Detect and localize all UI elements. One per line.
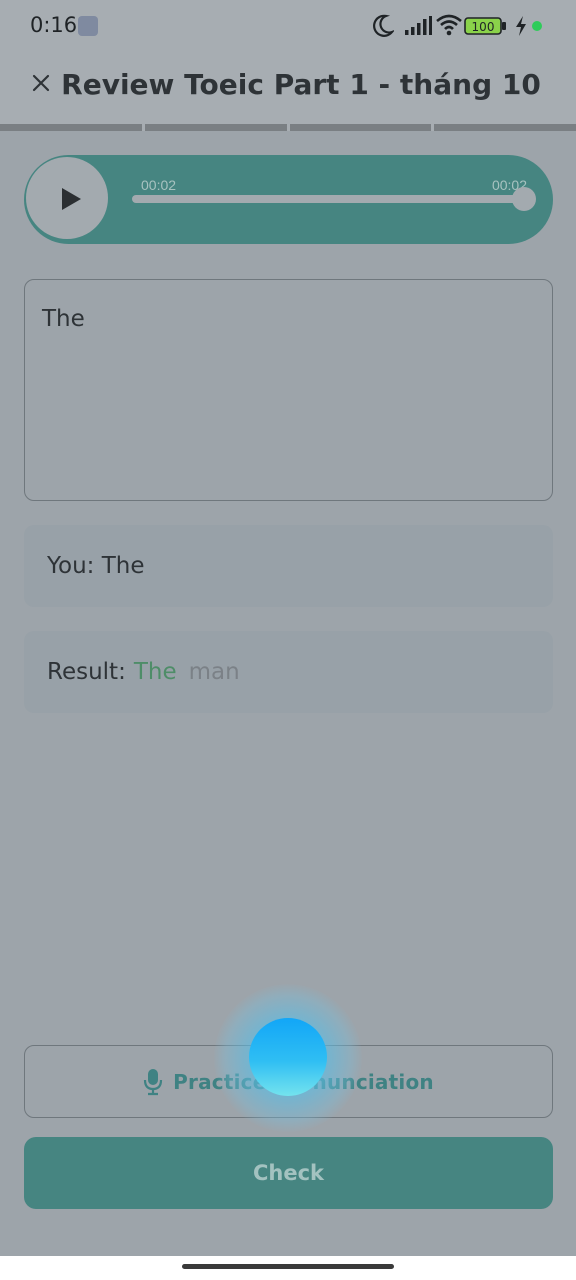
result-card: Result: The man [24, 631, 553, 713]
result-label: Result: [47, 659, 126, 685]
play-button[interactable] [26, 157, 108, 239]
status-bar: 0:16 100 [0, 0, 576, 52]
wifi-icon [436, 14, 462, 36]
result-correct-word: The [133, 659, 177, 685]
header: Review Toeic Part 1 - tháng 10 [0, 52, 576, 124]
microphone-icon [144, 1068, 163, 1095]
battery-icon: 100 [464, 17, 506, 35]
page-title: Review Toeic Part 1 - tháng 10 [61, 68, 541, 101]
progress-segment [144, 124, 287, 131]
audio-player: 00:02 00:02 [24, 155, 553, 244]
check-button[interactable]: Check [24, 1137, 553, 1209]
status-time: 0:16 [30, 13, 78, 37]
progress-segment [434, 124, 576, 131]
recording-orb[interactable] [249, 1018, 327, 1096]
progress-segment [0, 124, 142, 131]
slider-thumb[interactable] [512, 187, 536, 211]
play-icon [62, 188, 81, 210]
wrench-icon [78, 16, 98, 36]
answer-input[interactable]: The [24, 279, 553, 501]
lesson-progress [0, 124, 576, 131]
you-text: You: The [47, 553, 145, 579]
result-missing-word: man [188, 659, 240, 685]
progress-segment [289, 124, 432, 131]
charging-bolt-icon [516, 16, 526, 36]
current-time: 00:02 [141, 177, 177, 193]
status-dot-icon [532, 21, 542, 31]
battery-level: 100 [472, 20, 495, 34]
navigation-bar [0, 1256, 576, 1280]
check-label: Check [252, 1161, 325, 1185]
audio-slider[interactable] [132, 187, 536, 211]
you-card: You: The [24, 525, 553, 607]
moon-icon [373, 14, 394, 37]
signal-icon [405, 16, 432, 35]
answer-text: The [42, 306, 85, 332]
home-indicator[interactable] [182, 1264, 394, 1269]
